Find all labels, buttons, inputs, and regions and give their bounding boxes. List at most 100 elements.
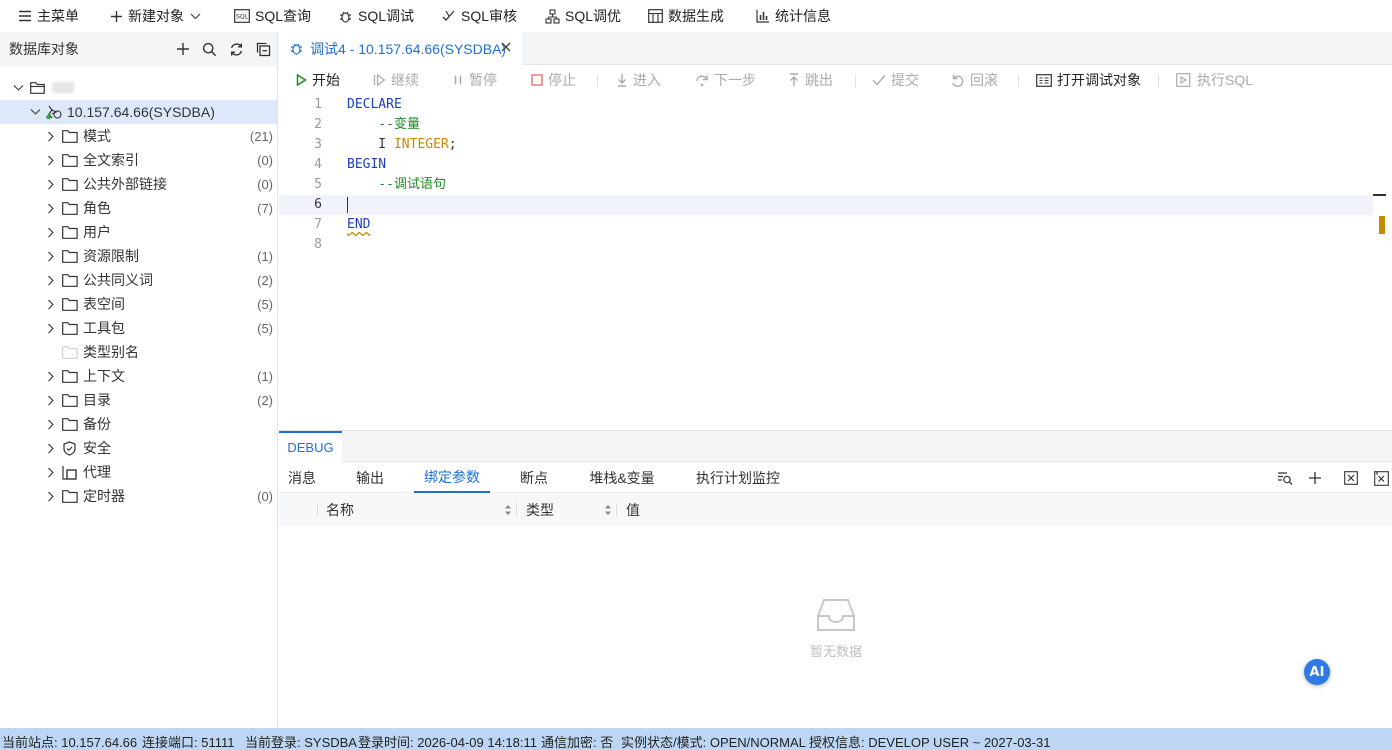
collapse-all-icon[interactable] [250, 42, 277, 57]
chevron-right-icon[interactable] [45, 418, 57, 430]
tree-item[interactable]: 上下文 (1) [0, 364, 277, 388]
chevron-right-icon[interactable] [45, 154, 57, 166]
tab-plan-monitor[interactable]: 执行计划监控 [686, 463, 790, 493]
stop-button[interactable]: 停止 [531, 66, 576, 94]
add-icon[interactable] [1306, 469, 1324, 487]
chevron-right-icon[interactable] [45, 202, 57, 214]
sql-tune-button[interactable]: SQL调优 [545, 0, 621, 32]
open-debug-object-button[interactable]: 打开调试对象 [1036, 66, 1141, 94]
continue-button[interactable]: 继续 [373, 66, 419, 94]
tree-connection[interactable]: 10.157.64.66(SYSDBA) [0, 100, 277, 124]
execute-sql-button[interactable]: 执行SQL [1176, 66, 1253, 94]
clear-all-icon[interactable] [1372, 469, 1390, 487]
tab-debug4[interactable]: 调试4 - 10.157.64.66(SYSDBA) [279, 32, 522, 65]
folder-open-icon [30, 81, 46, 95]
main-menu-button[interactable]: 主菜单 [18, 0, 79, 32]
tree-item[interactable]: 模式 (21) [0, 124, 277, 148]
code-type: INTEGER [393, 137, 449, 152]
tab-label: 调试4 - 10.157.64.66(SYSDBA) [310, 40, 507, 57]
sql-query-button[interactable]: SQL SQL查询 [234, 0, 311, 32]
sql-debug-button[interactable]: SQL调试 [338, 0, 414, 32]
tree-item[interactable]: 角色 (7) [0, 196, 277, 220]
commit-button[interactable]: 提交 [872, 66, 919, 94]
tree-item[interactable]: 工具包 (5) [0, 316, 277, 340]
tree-item-label: 公共同义词 [83, 272, 153, 288]
chevron-right-icon[interactable] [45, 274, 57, 286]
code-text: --变量 [347, 117, 420, 132]
data-gen-button[interactable]: 数据生成 [648, 0, 724, 32]
tree-item-count: (1) [257, 368, 273, 384]
step-out-button[interactable]: 跳出 [788, 66, 833, 94]
tree-item[interactable]: 类型别名 [0, 340, 277, 364]
chevron-right-icon[interactable] [45, 490, 57, 502]
tree-item[interactable]: 目录 (2) [0, 388, 277, 412]
folder-icon [62, 201, 78, 215]
column-value-header[interactable]: 值 [626, 494, 640, 526]
code-editor[interactable]: 1 DECLARE 2 --变量 3 I INTEGER; 4 BEGIN 5 … [279, 94, 1392, 430]
column-type-header[interactable]: 类型 [526, 494, 554, 526]
chevron-right-icon[interactable] [45, 298, 57, 310]
tree-item-label: 代理 [83, 464, 111, 480]
tab-bind-params[interactable]: 绑定参数 [414, 463, 490, 493]
plus-icon [111, 10, 122, 22]
refresh-icon[interactable] [223, 42, 250, 57]
stats-button[interactable]: 统计信息 [756, 0, 831, 32]
search-icon[interactable] [196, 42, 223, 57]
delete-icon[interactable] [1342, 469, 1360, 487]
code-text: I INTEGER; [347, 135, 456, 155]
chevron-right-icon[interactable] [45, 322, 57, 334]
sql-audit-button[interactable]: SQL审核 [441, 0, 517, 32]
tree-item[interactable]: 定时器 (0) [0, 484, 277, 508]
params-table-header: 名称 类型 值 [279, 494, 1392, 526]
tree-item[interactable]: 公共外部链接 (0) [0, 172, 277, 196]
tab-stack-variables[interactable]: 堆栈&变量 [579, 463, 665, 493]
sql-audit-label: SQL审核 [461, 8, 518, 24]
rollback-button[interactable]: 回滚 [951, 66, 998, 94]
folder-icon [62, 321, 78, 335]
next-step-button[interactable]: 下一步 [695, 66, 756, 94]
new-object-button[interactable]: 新建对象 [110, 0, 206, 32]
chevron-right-icon[interactable] [45, 466, 57, 478]
chevron-right-icon[interactable] [45, 178, 57, 190]
chevron-right-icon[interactable] [45, 226, 57, 238]
search-list-icon[interactable] [1276, 469, 1294, 487]
sort-icon[interactable] [504, 503, 512, 517]
debug-panel-title[interactable]: DEBUG [279, 431, 342, 462]
tree-item[interactable]: 安全 [0, 436, 277, 460]
code-line: 1 DECLARE [279, 95, 1373, 115]
line-number: 7 [314, 217, 322, 232]
tab-messages[interactable]: 消息 [279, 463, 325, 493]
pause-button[interactable]: 暂停 [452, 66, 497, 94]
start-button[interactable]: 开始 [296, 66, 340, 94]
chevron-down-icon[interactable] [29, 106, 41, 118]
chevron-down-icon[interactable] [12, 82, 24, 94]
tab-breakpoints[interactable]: 断点 [512, 463, 556, 493]
tree-item[interactable]: 代理 [0, 460, 277, 484]
chevron-right-icon[interactable] [45, 130, 57, 142]
line-number: 8 [314, 237, 322, 252]
tree-item-count: (7) [257, 200, 273, 216]
ai-assistant-button[interactable]: AI [1304, 659, 1330, 685]
tab-output[interactable]: 输出 [347, 463, 393, 493]
overview-ruler-warning [1379, 216, 1385, 234]
chevron-right-icon[interactable] [45, 442, 57, 454]
execute-sql-icon [1176, 73, 1191, 87]
sort-icon[interactable] [604, 503, 612, 517]
close-icon[interactable] [500, 40, 512, 56]
chevron-right-icon[interactable] [45, 394, 57, 406]
tree-item[interactable]: 备份 [0, 412, 277, 436]
tree-root[interactable] [0, 76, 277, 100]
folder-icon [62, 297, 78, 311]
add-icon[interactable] [169, 42, 196, 56]
tree-item[interactable]: 用户 [0, 220, 277, 244]
column-name-header[interactable]: 名称 [326, 494, 354, 526]
check-icon [872, 75, 886, 86]
tree-item[interactable]: 全文索引 (0) [0, 148, 277, 172]
chevron-right-icon[interactable] [45, 250, 57, 262]
step-over-icon [696, 75, 708, 87]
chevron-right-icon[interactable] [45, 370, 57, 382]
tree-item[interactable]: 公共同义词 (2) [0, 268, 277, 292]
tree-item[interactable]: 资源限制 (1) [0, 244, 277, 268]
step-in-button[interactable]: 进入 [616, 66, 661, 94]
tree-item[interactable]: 表空间 (5) [0, 292, 277, 316]
